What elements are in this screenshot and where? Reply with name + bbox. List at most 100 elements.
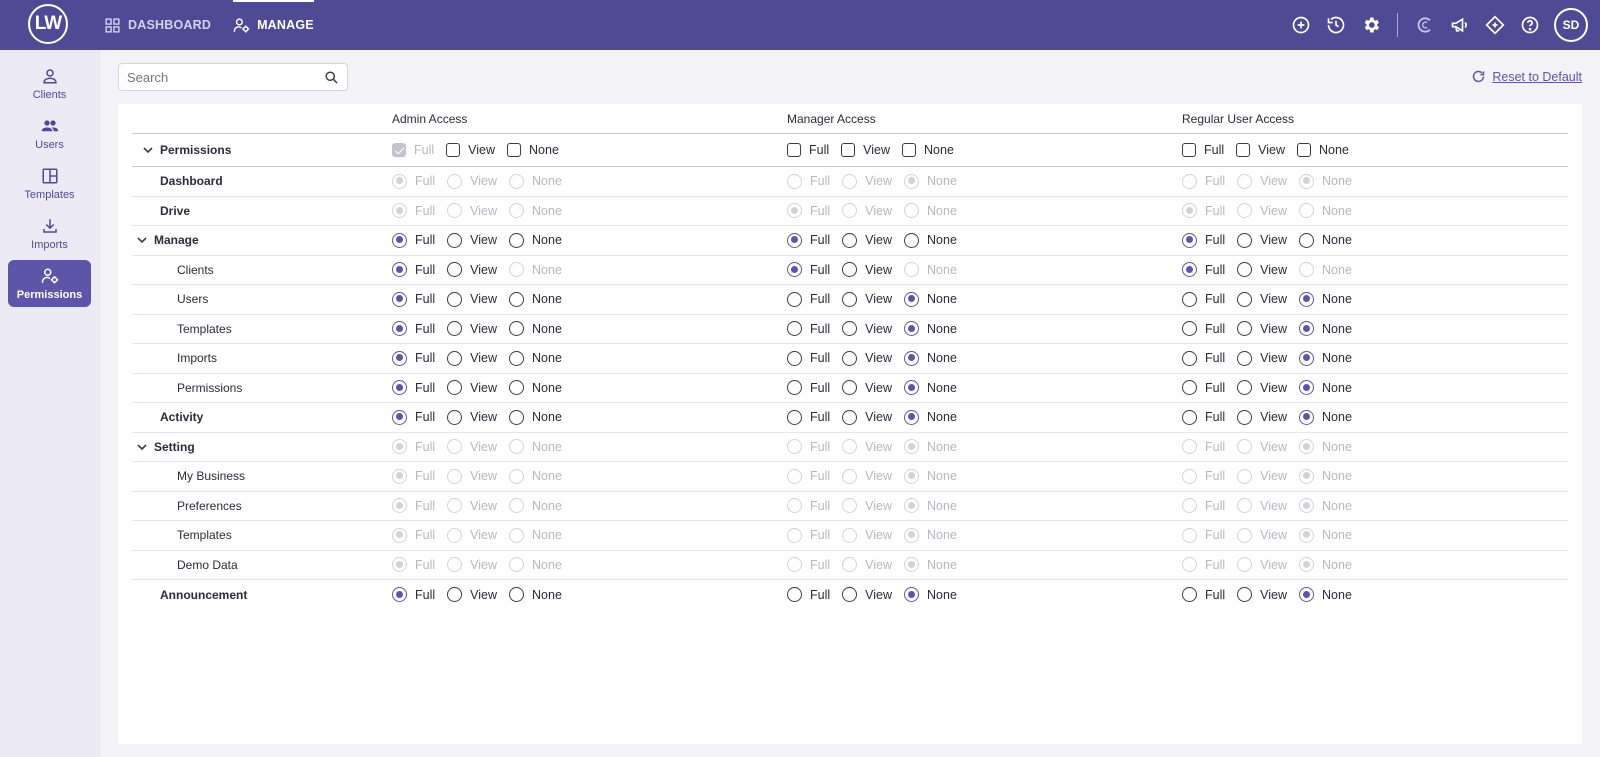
option-full[interactable]: Full (1182, 232, 1225, 248)
option-full[interactable]: Full (787, 409, 830, 425)
option-full[interactable]: Full (392, 232, 435, 248)
radio[interactable] (904, 321, 920, 337)
radio[interactable] (509, 409, 525, 425)
option-full[interactable]: Full (1182, 291, 1225, 307)
radio[interactable] (509, 587, 525, 603)
option-none[interactable]: None (1299, 409, 1352, 425)
radio[interactable] (787, 262, 802, 278)
history-icon[interactable] (1325, 15, 1346, 36)
option-view[interactable]: View (447, 321, 497, 337)
nav-manage[interactable]: MANAGE (233, 0, 314, 50)
radio[interactable] (1237, 232, 1253, 248)
search-icon[interactable] (324, 70, 339, 85)
checkbox[interactable] (446, 143, 461, 157)
radio[interactable] (509, 321, 525, 337)
option-none[interactable]: None (509, 380, 562, 396)
option-none[interactable]: None (904, 232, 957, 248)
option-view[interactable]: View (447, 350, 497, 366)
option-view[interactable]: View (842, 587, 892, 603)
search-input[interactable] (127, 69, 324, 85)
option-full[interactable]: Full (392, 350, 435, 366)
option-full[interactable]: Full (392, 262, 435, 278)
option-full[interactable]: Full (392, 321, 435, 337)
megaphone-icon[interactable] (1449, 15, 1470, 36)
radio[interactable] (904, 350, 920, 366)
radio[interactable] (842, 321, 858, 337)
radio[interactable] (787, 321, 802, 337)
radio[interactable] (904, 232, 920, 248)
option-none[interactable]: None (904, 587, 957, 603)
radio[interactable] (392, 291, 407, 307)
chevron-down-icon[interactable] (136, 234, 148, 246)
option-full[interactable]: Full (1182, 350, 1225, 366)
radio[interactable] (1182, 380, 1197, 396)
option-none[interactable]: None (904, 380, 957, 396)
radio[interactable] (1182, 262, 1197, 278)
radio[interactable] (447, 350, 463, 366)
add-circle-icon[interactable] (1290, 15, 1311, 36)
reset-to-default-link[interactable]: Reset to Default (1471, 69, 1582, 84)
option-view[interactable]: View (842, 380, 892, 396)
option-view[interactable]: View (1237, 262, 1287, 278)
radio[interactable] (447, 587, 463, 603)
radio[interactable] (1237, 409, 1253, 425)
row-label[interactable]: Manage (136, 226, 199, 255)
option-none[interactable]: None (1299, 291, 1352, 307)
option-view[interactable]: View (447, 380, 497, 396)
radio[interactable] (509, 380, 525, 396)
radio[interactable] (392, 232, 407, 248)
radio[interactable] (1237, 587, 1253, 603)
radio[interactable] (904, 291, 920, 307)
radio[interactable] (1299, 321, 1315, 337)
radio[interactable] (1182, 350, 1197, 366)
radio[interactable] (509, 350, 525, 366)
radio[interactable] (392, 587, 407, 603)
option-view[interactable]: View (842, 409, 892, 425)
radio[interactable] (904, 409, 920, 425)
option-view[interactable]: View (447, 232, 497, 248)
option-view[interactable]: View (842, 350, 892, 366)
radio[interactable] (1299, 291, 1315, 307)
radio[interactable] (842, 409, 858, 425)
option-view[interactable]: View (447, 587, 497, 603)
sidebar-item-permissions[interactable]: Permissions (8, 260, 91, 307)
radio[interactable] (842, 232, 858, 248)
checkbox[interactable] (1236, 143, 1251, 157)
option-full[interactable]: Full (787, 587, 830, 603)
sidebar-item-users[interactable]: Users (8, 110, 91, 157)
option-none[interactable]: None (1299, 380, 1352, 396)
option-full[interactable]: Full (1182, 143, 1224, 157)
radio[interactable] (447, 232, 463, 248)
option-view[interactable]: View (1236, 143, 1285, 157)
option-none[interactable]: None (509, 321, 562, 337)
option-none[interactable]: None (507, 143, 559, 157)
option-full[interactable]: Full (1182, 321, 1225, 337)
radio[interactable] (842, 380, 858, 396)
radio[interactable] (787, 587, 802, 603)
option-full[interactable]: Full (392, 409, 435, 425)
option-none[interactable]: None (509, 587, 562, 603)
radio[interactable] (1237, 262, 1253, 278)
chevron-down-icon[interactable] (142, 144, 154, 156)
diamond-icon[interactable] (1484, 15, 1505, 36)
option-full[interactable]: Full (1182, 262, 1225, 278)
radio[interactable] (1182, 232, 1197, 248)
nav-dashboard[interactable]: DASHBOARD (104, 0, 211, 50)
radio[interactable] (447, 262, 463, 278)
option-none[interactable]: None (509, 291, 562, 307)
radio[interactable] (1237, 380, 1253, 396)
option-none[interactable]: None (1299, 587, 1352, 603)
option-view[interactable]: View (447, 291, 497, 307)
radio[interactable] (904, 587, 920, 603)
help-icon[interactable] (1519, 15, 1540, 36)
sidebar-item-templates[interactable]: Templates (8, 160, 91, 207)
radio[interactable] (447, 409, 463, 425)
radio[interactable] (447, 291, 463, 307)
radio[interactable] (392, 262, 407, 278)
radio[interactable] (509, 291, 525, 307)
option-view[interactable]: View (1237, 587, 1287, 603)
option-view[interactable]: View (1237, 291, 1287, 307)
option-view[interactable]: View (842, 291, 892, 307)
checkbox[interactable] (841, 143, 856, 157)
radio[interactable] (842, 587, 858, 603)
